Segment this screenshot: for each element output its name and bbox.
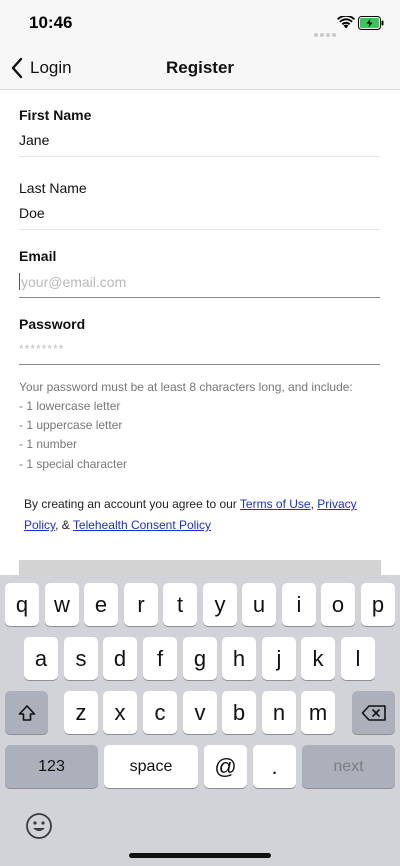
- password-field[interactable]: ********: [19, 342, 64, 356]
- key-a[interactable]: a: [24, 637, 58, 680]
- password-rule: - 1 uppercase letter: [19, 418, 123, 432]
- key-c[interactable]: c: [143, 691, 177, 734]
- text-caret: [19, 273, 20, 290]
- key-w[interactable]: w: [45, 583, 79, 626]
- space-key[interactable]: space: [104, 745, 198, 788]
- key-d[interactable]: d: [103, 637, 137, 680]
- email-field[interactable]: your@email.com: [21, 274, 126, 290]
- key-h[interactable]: h: [222, 637, 256, 680]
- next-key[interactable]: next: [302, 745, 395, 788]
- battery-charging-icon: [358, 16, 384, 30]
- status-bar: 10:46: [0, 0, 400, 46]
- page-title: Register: [165, 58, 235, 77]
- key-r[interactable]: r: [124, 583, 158, 626]
- key-q[interactable]: q: [5, 583, 39, 626]
- key-s[interactable]: s: [64, 637, 98, 680]
- password-rule: - 1 lowercase letter: [19, 399, 121, 413]
- key-v[interactable]: v: [183, 691, 217, 734]
- cellular-dots-icon: [314, 24, 338, 37]
- dot-key[interactable]: .: [253, 745, 296, 788]
- key-p[interactable]: p: [361, 583, 395, 626]
- password-rule: - 1 special character: [19, 457, 128, 471]
- key-x[interactable]: x: [103, 691, 137, 734]
- telehealth-consent-link[interactable]: Telehealth Consent Policy: [73, 518, 211, 532]
- key-j[interactable]: j: [262, 637, 296, 680]
- wifi-icon: [337, 16, 355, 29]
- terms-prefix: By creating an account you agree to our: [24, 497, 240, 511]
- terms-of-use-link[interactable]: Terms of Use: [240, 497, 311, 511]
- backspace-icon: [361, 704, 386, 721]
- home-indicator: [129, 853, 271, 858]
- first-name-label: First Name: [19, 107, 92, 123]
- password-divider: [19, 364, 380, 365]
- key-l[interactable]: l: [341, 637, 375, 680]
- numbers-key[interactable]: 123: [5, 745, 98, 788]
- password-label: Password: [19, 316, 86, 332]
- key-z[interactable]: z: [64, 691, 98, 734]
- key-t[interactable]: t: [163, 583, 197, 626]
- key-e[interactable]: e: [84, 583, 118, 626]
- status-time: 10:46: [29, 13, 73, 32]
- key-b[interactable]: b: [222, 691, 256, 734]
- key-i[interactable]: i: [282, 583, 316, 626]
- first-name-divider: [19, 156, 380, 157]
- shift-icon: [18, 704, 35, 721]
- key-y[interactable]: y: [203, 583, 237, 626]
- email-label: Email: [19, 248, 57, 264]
- last-name-divider: [19, 229, 380, 230]
- key-m[interactable]: m: [301, 691, 335, 734]
- first-name-field[interactable]: [19, 132, 379, 148]
- at-key[interactable]: @: [204, 745, 247, 788]
- email-divider: [19, 297, 380, 298]
- last-name-field[interactable]: [19, 205, 379, 221]
- key-k[interactable]: k: [301, 637, 335, 680]
- password-rule: - 1 number: [19, 437, 78, 451]
- last-name-label: Last Name: [19, 180, 87, 196]
- delete-key[interactable]: [352, 691, 395, 734]
- key-u[interactable]: u: [242, 583, 276, 626]
- emoji-icon[interactable]: [25, 812, 53, 840]
- key-n[interactable]: n: [262, 691, 296, 734]
- terms-separator: , &: [55, 518, 73, 532]
- terms-notice: By creating an account you agree to our …: [24, 494, 376, 536]
- key-o[interactable]: o: [321, 583, 355, 626]
- nav-bar: Login Register: [0, 46, 400, 90]
- shift-key[interactable]: [5, 691, 48, 734]
- key-f[interactable]: f: [143, 637, 177, 680]
- key-g[interactable]: g: [183, 637, 217, 680]
- password-hint-intro: Your password must be at least 8 charact…: [19, 380, 353, 394]
